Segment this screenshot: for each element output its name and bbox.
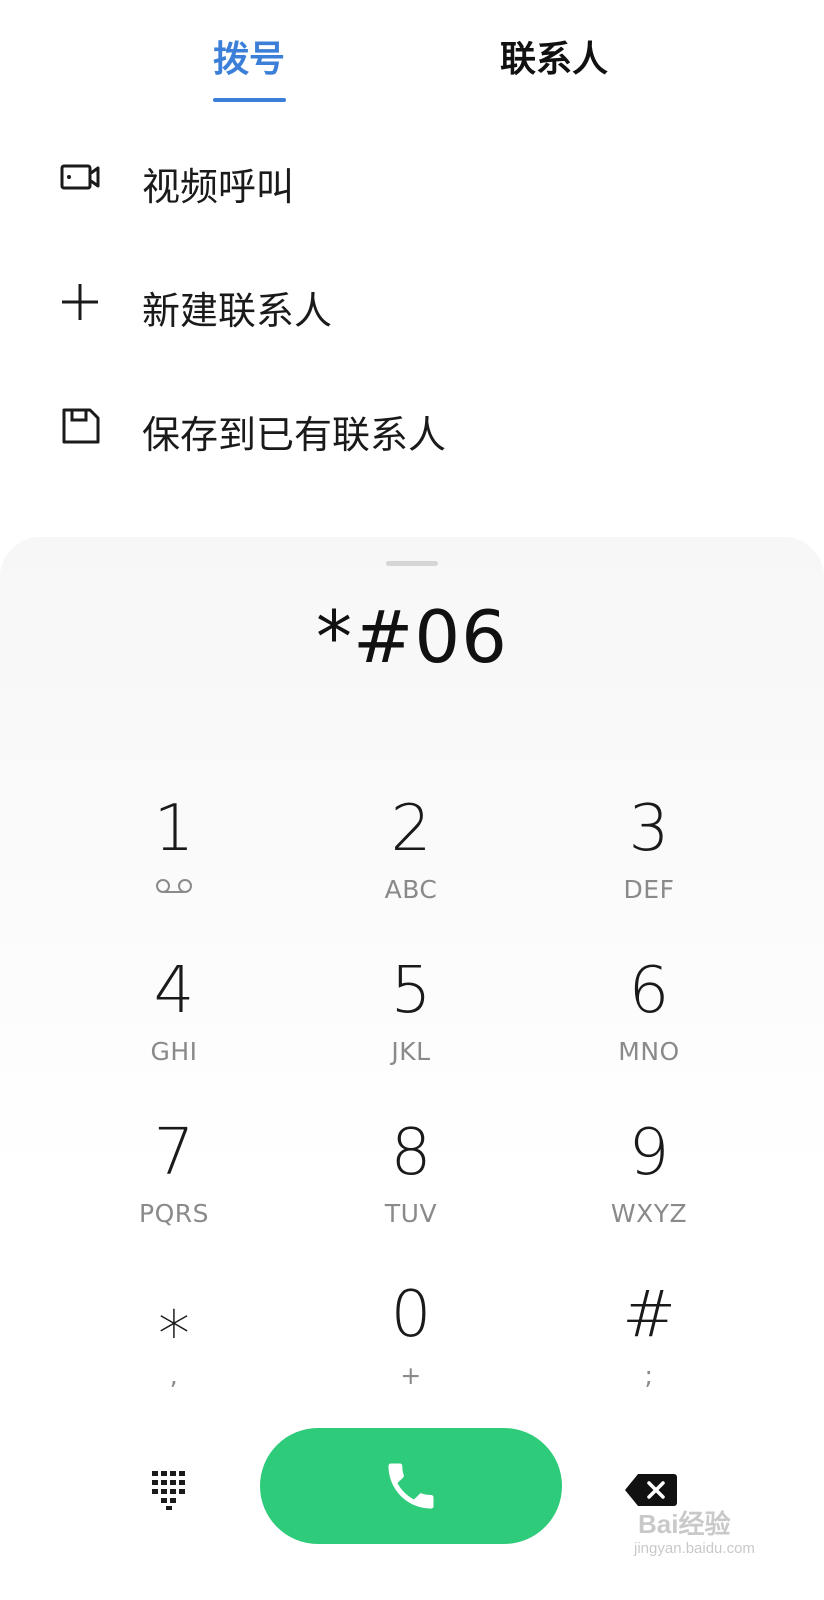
key-digit: 8 bbox=[390, 1116, 432, 1190]
key-1[interactable]: 1 bbox=[84, 791, 264, 931]
tab-contacts[interactable]: 联系人 bbox=[500, 30, 608, 82]
key-2[interactable]: 2 ABC bbox=[321, 791, 501, 931]
watermark-url: jingyan.baidu.com bbox=[634, 1540, 755, 1557]
key-9[interactable]: 9 WXYZ bbox=[559, 1115, 739, 1255]
key-5[interactable]: 5 JKL bbox=[321, 953, 501, 1093]
key-letters: ; bbox=[644, 1361, 654, 1390]
dialpad-toggle-button[interactable] bbox=[146, 1465, 198, 1517]
new-contact-label: 新建联系人 bbox=[142, 289, 333, 333]
key-letters: TUV bbox=[384, 1199, 438, 1228]
key-digit: 3 bbox=[628, 792, 670, 866]
key-3[interactable]: 3 DEF bbox=[559, 791, 739, 931]
dialpad-icon bbox=[146, 1471, 198, 1521]
key-hash[interactable]: # ; bbox=[559, 1277, 739, 1417]
key-digit: 9 bbox=[628, 1116, 670, 1190]
dialpad-sheet: *#06 1 2 ABC 3 DEF 4 GHI 5 JKL 6 MNO 7 P… bbox=[0, 537, 824, 1600]
save-icon bbox=[58, 404, 106, 448]
key-star[interactable]: ⁎ , bbox=[84, 1277, 264, 1417]
key-letters: , bbox=[169, 1361, 179, 1390]
key-letters: JKL bbox=[391, 1037, 431, 1066]
key-letters: WXYZ bbox=[610, 1199, 688, 1228]
baidu-watermark: Bai经验 jingyan.baidu.com bbox=[630, 1500, 790, 1570]
video-call-label: 视频呼叫 bbox=[142, 165, 295, 209]
video-call-action[interactable]: 视频呼叫 bbox=[0, 138, 824, 218]
tab-dial[interactable]: 拨号 bbox=[213, 30, 285, 82]
key-6[interactable]: 6 MNO bbox=[559, 953, 739, 1093]
key-letters: GHI bbox=[150, 1037, 198, 1066]
key-digit: 6 bbox=[628, 954, 670, 1028]
key-digit: # bbox=[622, 1278, 676, 1352]
key-letters: MNO bbox=[618, 1037, 680, 1066]
key-digit: 0 bbox=[390, 1278, 432, 1352]
key-4[interactable]: 4 GHI bbox=[84, 953, 264, 1093]
new-contact-action[interactable]: 新建联系人 bbox=[0, 262, 824, 342]
key-digit: ⁎ bbox=[158, 1278, 190, 1352]
key-digit: 7 bbox=[153, 1116, 195, 1190]
key-8[interactable]: 8 TUV bbox=[321, 1115, 501, 1255]
dialed-number: *#06 bbox=[316, 595, 508, 679]
key-letters: ABC bbox=[384, 875, 438, 904]
key-digit: 4 bbox=[153, 954, 195, 1028]
active-tab-indicator bbox=[213, 98, 286, 102]
plus-icon bbox=[58, 280, 106, 324]
key-digit: 1 bbox=[153, 792, 195, 866]
voicemail-icon bbox=[154, 877, 194, 895]
video-call-icon bbox=[58, 156, 106, 200]
key-7[interactable]: 7 PQRS bbox=[84, 1115, 264, 1255]
tab-bar: 拨号 联系人 bbox=[0, 0, 824, 110]
key-digit: 5 bbox=[390, 954, 432, 1028]
key-letters: DEF bbox=[623, 875, 675, 904]
save-to-existing-contact-label: 保存到已有联系人 bbox=[142, 413, 447, 457]
watermark-brand: Bai经验 bbox=[638, 1509, 731, 1539]
sheet-drag-handle[interactable] bbox=[386, 561, 438, 566]
key-letters: PQRS bbox=[139, 1199, 209, 1228]
key-0[interactable]: 0 + bbox=[321, 1277, 501, 1417]
key-letters: + bbox=[400, 1361, 422, 1390]
call-button[interactable] bbox=[260, 1428, 562, 1544]
key-digit: 2 bbox=[390, 792, 432, 866]
save-to-existing-contact-action[interactable]: 保存到已有联系人 bbox=[0, 386, 824, 466]
phone-icon bbox=[388, 1463, 434, 1509]
